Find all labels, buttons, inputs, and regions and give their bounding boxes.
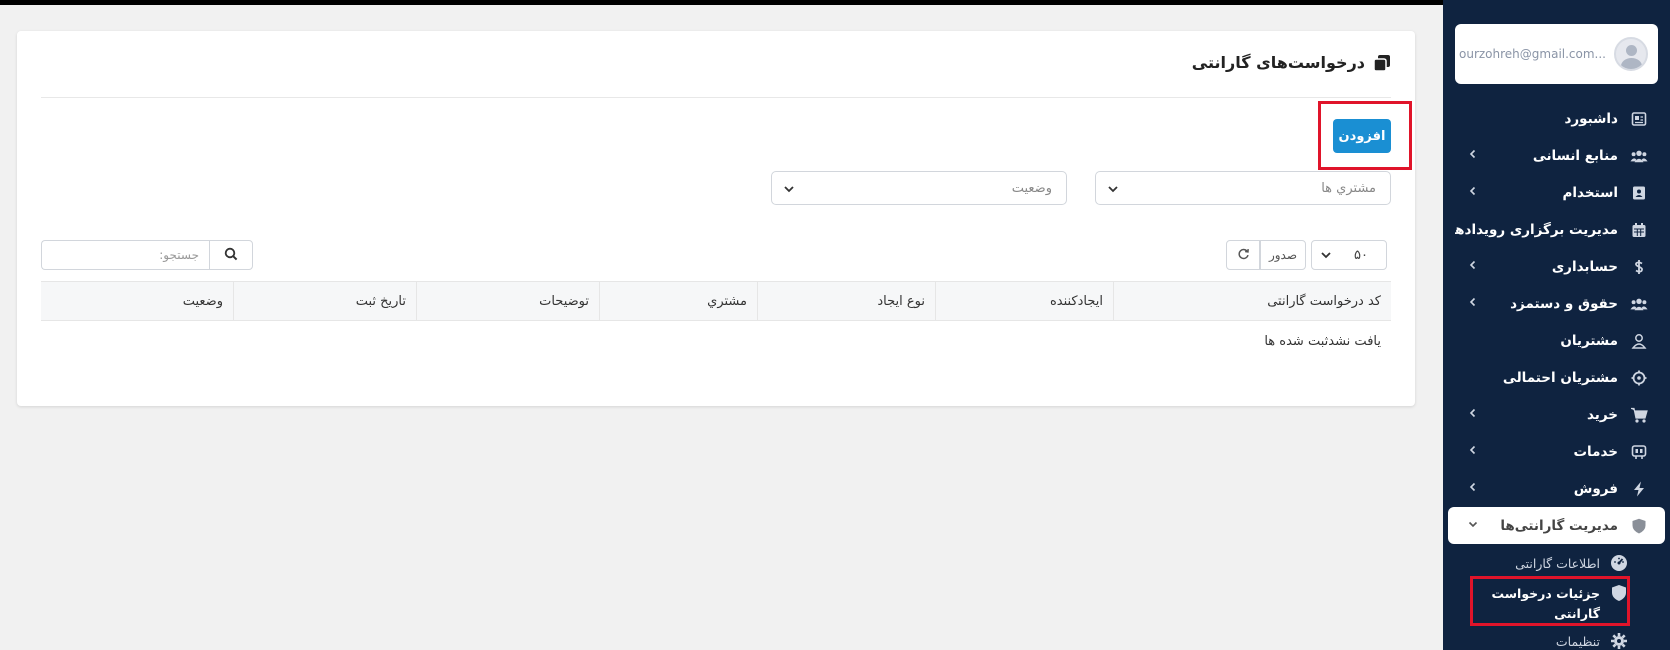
warranty-requests-card: درخواست‌های گارانتی افزودن مشتري ها وضعی… <box>17 31 1415 406</box>
avatar <box>1614 37 1648 71</box>
chevron-left-icon <box>1467 444 1479 456</box>
sidebar-item-label: خدمات <box>1573 443 1618 460</box>
sidebar-item-warranty-management[interactable]: مدیریت گارانتی‌ها <box>1448 507 1665 544</box>
sidebar-subitem-warranty-request-details[interactable]: جزئیات درخواست گارانتی <box>1443 584 1670 624</box>
calendar-icon <box>1630 221 1648 239</box>
sidebar-subitem-label: اطلاعات گارانتی <box>1515 556 1600 571</box>
sidebar-item-purchase[interactable]: خرید <box>1443 396 1670 433</box>
chevron-down-icon <box>1320 249 1332 261</box>
warranty-submenu: اطلاعات گارانتی جزئیات درخواست گارانتی ت… <box>1443 544 1670 650</box>
sidebar-item-customers[interactable]: مشتریان <box>1443 322 1670 359</box>
users-icon <box>1630 147 1648 165</box>
column-header[interactable]: نوع ایجاد <box>757 282 935 320</box>
user-email: ourzohreh@gmail.com... <box>1459 47 1606 61</box>
export-button[interactable]: صدور <box>1260 240 1306 270</box>
sidebar-item-accounting[interactable]: حسابداری <box>1443 248 1670 285</box>
chevron-left-icon <box>1467 259 1479 271</box>
sidebar-item-payroll[interactable]: حقوق و دستمزد <box>1443 285 1670 322</box>
page-title: درخواست‌های گارانتی <box>1191 53 1365 72</box>
status-filter-placeholder: وضعیت <box>1011 180 1052 196</box>
sidebar-item-leads[interactable]: مشتریان احتمالی <box>1443 359 1670 396</box>
top-bar <box>0 0 1443 5</box>
sidebar-item-label: خرید <box>1587 406 1618 423</box>
bolt-icon <box>1630 480 1648 498</box>
sidebar-item-label: مشتریان <box>1560 332 1618 349</box>
sidebar-item-dashboard[interactable]: داشبورد <box>1443 100 1670 137</box>
sidebar-item-label: منابع انسانی <box>1532 147 1618 164</box>
chevron-down-icon <box>1467 518 1479 530</box>
dollar-icon <box>1630 258 1648 276</box>
shield-icon <box>1630 517 1648 535</box>
chevron-down-icon <box>782 182 796 196</box>
search-box <box>41 240 253 270</box>
sidebar-item-recruitment[interactable]: استخدام <box>1443 174 1670 211</box>
title-divider <box>41 97 1391 98</box>
user-icon <box>1630 332 1648 350</box>
services-icon <box>1630 443 1648 461</box>
page-length-value: ۵۰ <box>1354 247 1368 263</box>
page-length-select[interactable]: ۵۰ <box>1311 240 1387 270</box>
sidebar-menu: داشبورد منابع انسانی استخدام مدیریت برگز… <box>1443 100 1670 650</box>
add-button[interactable]: افزودن <box>1333 119 1391 153</box>
status-filter-select[interactable]: وضعیت <box>771 171 1067 205</box>
page-title-wrap: درخواست‌های گارانتی <box>1192 53 1391 72</box>
users-group-icon <box>1630 295 1648 313</box>
search-button[interactable] <box>209 240 253 270</box>
sidebar-item-label: داشبورد <box>1564 110 1618 127</box>
column-header[interactable]: وضعیت <box>73 282 233 320</box>
refresh-icon <box>1237 247 1250 263</box>
sidebar-subitem-label: جزئیات درخواست گارانتی <box>1491 586 1600 621</box>
sidebar-subitem-settings[interactable]: تنظیمات <box>1443 632 1670 650</box>
column-header[interactable]: توضیحات <box>416 282 599 320</box>
sidebar-item-label: مدیریت برگزاری رویدادها <box>1455 221 1618 238</box>
chevron-left-icon <box>1467 407 1479 419</box>
refresh-button[interactable] <box>1226 240 1260 270</box>
sidebar-item-label: فروش <box>1573 480 1618 497</box>
chevron-left-icon <box>1467 296 1479 308</box>
shield-icon <box>1610 584 1628 602</box>
warranty-table: کد درخواست گارانتی ایجادکننده نوع ایجاد … <box>41 281 1391 361</box>
chevron-left-icon <box>1467 481 1479 493</box>
chevron-left-icon <box>1467 148 1479 160</box>
sidebar-item-sales[interactable]: فروش <box>1443 470 1670 507</box>
cart-icon <box>1630 406 1648 424</box>
table-header-row: کد درخواست گارانتی ایجادکننده نوع ایجاد … <box>41 281 1391 321</box>
sidebar-item-label: حقوق و دستمزد <box>1510 295 1618 312</box>
search-icon <box>224 247 238 264</box>
profile-card[interactable]: ourzohreh@gmail.com... <box>1455 24 1658 84</box>
customers-filter-placeholder: مشتري ها <box>1321 180 1376 196</box>
chevron-down-icon <box>1106 182 1120 196</box>
empty-table-message: یافت نشدثبت شده ها <box>1264 333 1381 349</box>
copy-icon <box>1373 54 1391 72</box>
sidebar-item-hr[interactable]: منابع انسانی <box>1443 137 1670 174</box>
customers-filter-select[interactable]: مشتري ها <box>1095 171 1391 205</box>
sidebar-subitem-warranty-info[interactable]: اطلاعات گارانتی <box>1443 554 1670 574</box>
gear-icon <box>1610 632 1628 650</box>
sidebar-item-events[interactable]: مدیریت برگزاری رویدادها <box>1443 211 1670 248</box>
dashboard-icon <box>1630 110 1648 128</box>
column-header[interactable]: مشتري <box>599 282 757 320</box>
column-header[interactable]: کد درخواست گارانتی <box>1113 282 1391 320</box>
sidebar-item-label: استخدام <box>1562 184 1618 201</box>
chevron-left-icon <box>1467 185 1479 197</box>
column-header[interactable]: ایجادکننده <box>935 282 1113 320</box>
sidebar: ourzohreh@gmail.com... داشبورد منابع انس… <box>1443 0 1670 650</box>
gauge-icon <box>1610 554 1628 572</box>
sidebar-item-label: حسابداری <box>1551 258 1618 275</box>
sidebar-item-services[interactable]: خدمات <box>1443 433 1670 470</box>
search-input[interactable] <box>41 240 209 270</box>
id-card-icon <box>1630 184 1648 202</box>
sidebar-item-label: مدیریت گارانتی‌ها <box>1500 517 1618 534</box>
column-header[interactable]: تاریخ ثبت <box>233 282 416 320</box>
sidebar-item-label: مشتریان احتمالی <box>1502 369 1618 386</box>
crosshair-icon <box>1630 369 1648 387</box>
sidebar-subitem-label: تنظیمات <box>1555 634 1600 649</box>
